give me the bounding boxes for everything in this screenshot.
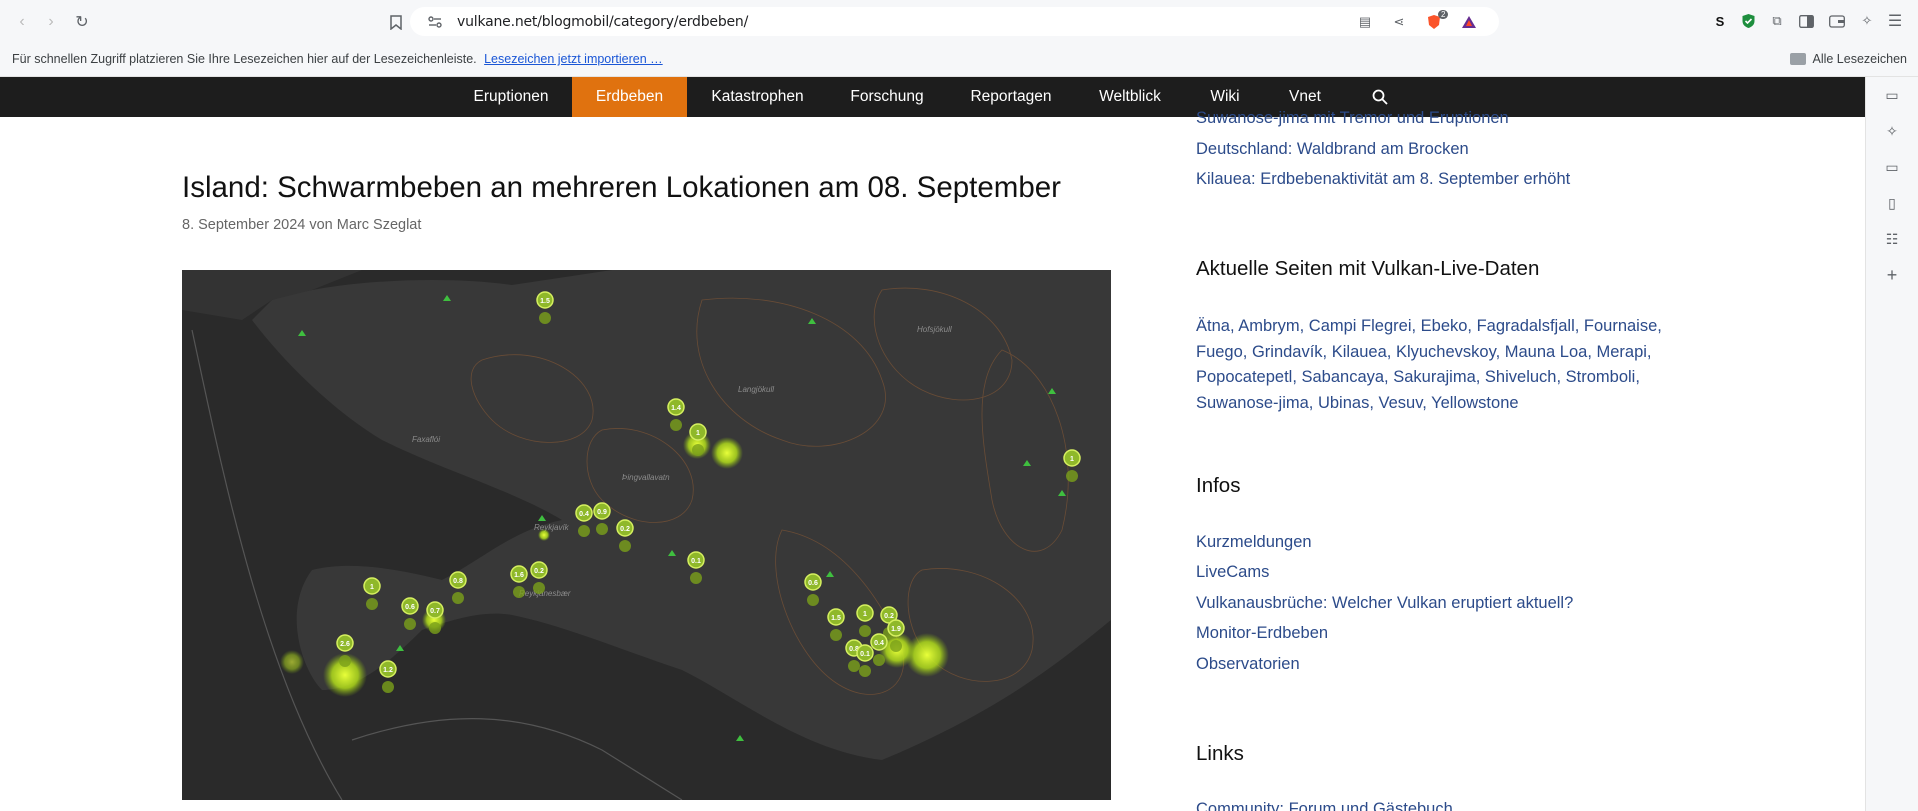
earthquake-magnitude-label: 0.9: [597, 509, 607, 516]
earthquake-magnitude-label: 0.2: [620, 526, 630, 533]
menu-icon[interactable]: ☰: [1886, 12, 1904, 30]
leo-ai-icon[interactable]: ✧: [1858, 12, 1876, 30]
live-data-list: Ätna, Ambrym, Campi Flegrei, Ebeko, Fagr…: [1196, 314, 1716, 416]
bookmarks-hint-text: Für schnellen Zugriff platzieren Sie Ihr…: [12, 52, 477, 66]
url-text: vulkane.net/blogmobil/category/erdbeben/: [457, 14, 749, 30]
place-label: Langjökull: [738, 385, 774, 394]
bookmarks-panel-icon[interactable]: ▯: [1883, 194, 1901, 212]
earthquake-magnitude-label: 1.2: [383, 667, 393, 674]
info-link-observatorien[interactable]: Observatorien: [1196, 655, 1300, 674]
reader-mode-icon[interactable]: ▤: [1357, 14, 1373, 30]
share-icon[interactable]: ⋖: [1391, 14, 1407, 30]
earthquake-magnitude-label: 1.4: [671, 405, 681, 412]
article-title[interactable]: Island: Schwarmbeben an mehreren Lokatio…: [182, 171, 1061, 205]
earthquake-magnitude-label: 0.6: [808, 580, 818, 587]
sidebar-toggle-icon[interactable]: [1797, 12, 1815, 30]
extensions-icon[interactable]: ⧉: [1768, 12, 1786, 30]
earthquake-magnitude-label: 0.1: [691, 558, 701, 565]
forward-icon[interactable]: ›: [38, 9, 64, 35]
bookmarks-hint: Für schnellen Zugriff platzieren Sie Ihr…: [12, 52, 663, 66]
earthquake-magnitude-label: 1: [1070, 456, 1074, 463]
links-heading: Links: [1196, 742, 1244, 765]
nav-item-erdbeben[interactable]: Erdbeben: [572, 77, 687, 117]
bookmarks-bar: Für schnellen Zugriff platzieren Sie Ihr…: [0, 43, 1918, 77]
earthquake-magnitude-label: 1: [863, 611, 867, 618]
infos-heading: Infos: [1196, 474, 1241, 497]
place-label: Faxaflói: [412, 435, 440, 444]
add-panel-icon[interactable]: +: [1883, 265, 1901, 285]
info-link-kurzmeldungen[interactable]: Kurzmeldungen: [1196, 533, 1312, 552]
nav-item-katastrophen[interactable]: Katastrophen: [700, 77, 815, 117]
place-label: Þingvallavatn: [622, 473, 670, 482]
earthquake-magnitude-label: 0.7: [430, 608, 440, 615]
community-link[interactable]: Community: Forum und Gästebuch: [1196, 800, 1453, 811]
earthquake-magnitude-label: 2.6: [340, 641, 350, 648]
earthquake-magnitude-label: 0.6: [405, 604, 415, 611]
nav-item-eruptionen[interactable]: Eruptionen: [456, 77, 566, 117]
recent-post-link[interactable]: Kilauea: Erdbebenaktivität am 8. Septemb…: [1196, 170, 1570, 189]
earthquake-magnitude-label: 1.5: [831, 615, 841, 622]
earthquake-magnitude-label: 1.5: [540, 298, 550, 305]
shield-check-icon[interactable]: [1739, 12, 1757, 30]
volcano-link-line[interactable]: Fuego, Grindavík, Kilauea, Klyuchevskoy,…: [1196, 340, 1716, 366]
earthquake-magnitude-label: 1: [370, 584, 374, 591]
recent-post-link[interactable]: Suwanose-jima mit Tremor und Eruptionen: [1196, 109, 1509, 128]
info-link-vulkanausbrueche[interactable]: Vulkanausbrüche: Welcher Vulkan eruptier…: [1196, 594, 1573, 613]
earthquake-magnitude-label: 1.6: [514, 572, 524, 579]
site-info-icon[interactable]: [427, 14, 443, 30]
all-bookmarks-label: Alle Lesezeichen: [1812, 52, 1907, 66]
place-label: Reykjanesbær: [519, 589, 571, 598]
address-bar[interactable]: vulkane.net/blogmobil/category/erdbeben/…: [410, 7, 1499, 36]
nav-item-forschung[interactable]: Forschung: [833, 77, 941, 117]
talk-panel-icon[interactable]: ▭: [1883, 158, 1901, 176]
earthquake-map-image[interactable]: Faxaflói Langjökull Þingvallavatn Reykja…: [182, 270, 1111, 800]
extension-s-icon[interactable]: S: [1711, 12, 1729, 30]
place-label: Reykjavík: [534, 523, 570, 532]
article-meta: 8. September 2024 von Marc Szeglat: [182, 217, 422, 233]
recent-post-link[interactable]: Deutschland: Waldbrand am Brocken: [1196, 140, 1469, 159]
all-bookmarks-button[interactable]: Alle Lesezeichen: [1790, 52, 1907, 66]
earthquake-magnitude-label: 1.9: [891, 626, 901, 633]
browser-toolbar: ‹ › ↻ vulkane.net/blogmobil/category/erd…: [0, 0, 1918, 43]
import-bookmarks-link[interactable]: Lesezeichen jetzt importieren …: [484, 52, 663, 66]
nav-item-weltblick[interactable]: Weltblick: [1090, 77, 1170, 117]
folder-icon: [1790, 53, 1807, 65]
volcano-link-line[interactable]: Popocatepetl, Sabancaya, Sakurajima, Shi…: [1196, 365, 1716, 391]
earthquake-magnitude-label: 0.4: [874, 640, 884, 647]
reload-icon[interactable]: ↻: [69, 9, 95, 35]
info-link-livecams[interactable]: LiveCams: [1196, 563, 1269, 582]
leo-panel-icon[interactable]: ✧: [1883, 122, 1901, 140]
browser-side-panel: ▭ ✧ ▭ ▯ ☷ +: [1865, 77, 1918, 811]
live-data-heading: Aktuelle Seiten mit Vulkan-Live-Daten: [1196, 257, 1540, 280]
info-link-monitor-erdbeben[interactable]: Monitor-Erdbeben: [1196, 624, 1328, 643]
reading-list-icon[interactable]: ☷: [1883, 230, 1901, 248]
brave-rewards-icon[interactable]: [1461, 14, 1477, 30]
map-svg: Faxaflói Langjökull Þingvallavatn Reykja…: [182, 270, 1111, 800]
volcano-link-line[interactable]: Ätna, Ambrym, Campi Flegrei, Ebeko, Fagr…: [1196, 314, 1716, 340]
earthquake-magnitude-label: 1: [696, 430, 700, 437]
back-icon[interactable]: ‹: [9, 9, 35, 35]
volcano-link-line[interactable]: Suwanose-jima, Ubinas, Vesuv, Yellowston…: [1196, 391, 1716, 417]
earthquake-magnitude-label: 0.2: [884, 613, 894, 620]
place-label: Hofsjökull: [917, 325, 952, 334]
wallet-icon[interactable]: [1828, 12, 1846, 30]
shields-badge: 2: [1438, 10, 1449, 19]
earthquake-magnitude-label: 0.4: [579, 511, 589, 518]
extension-s-label: S: [1715, 13, 1725, 29]
earthquake-magnitude-label: 0.8: [453, 578, 463, 585]
nav-item-reportagen[interactable]: Reportagen: [957, 77, 1065, 117]
bookmark-icon[interactable]: [383, 9, 409, 35]
earthquake-magnitude-label: 0.1: [860, 651, 870, 658]
site-navigation: Eruptionen Erdbeben Katastrophen Forschu…: [0, 77, 1865, 117]
earthquake-magnitude-label: 0.2: [534, 568, 544, 575]
wallet-panel-icon[interactable]: ▭: [1883, 86, 1901, 104]
